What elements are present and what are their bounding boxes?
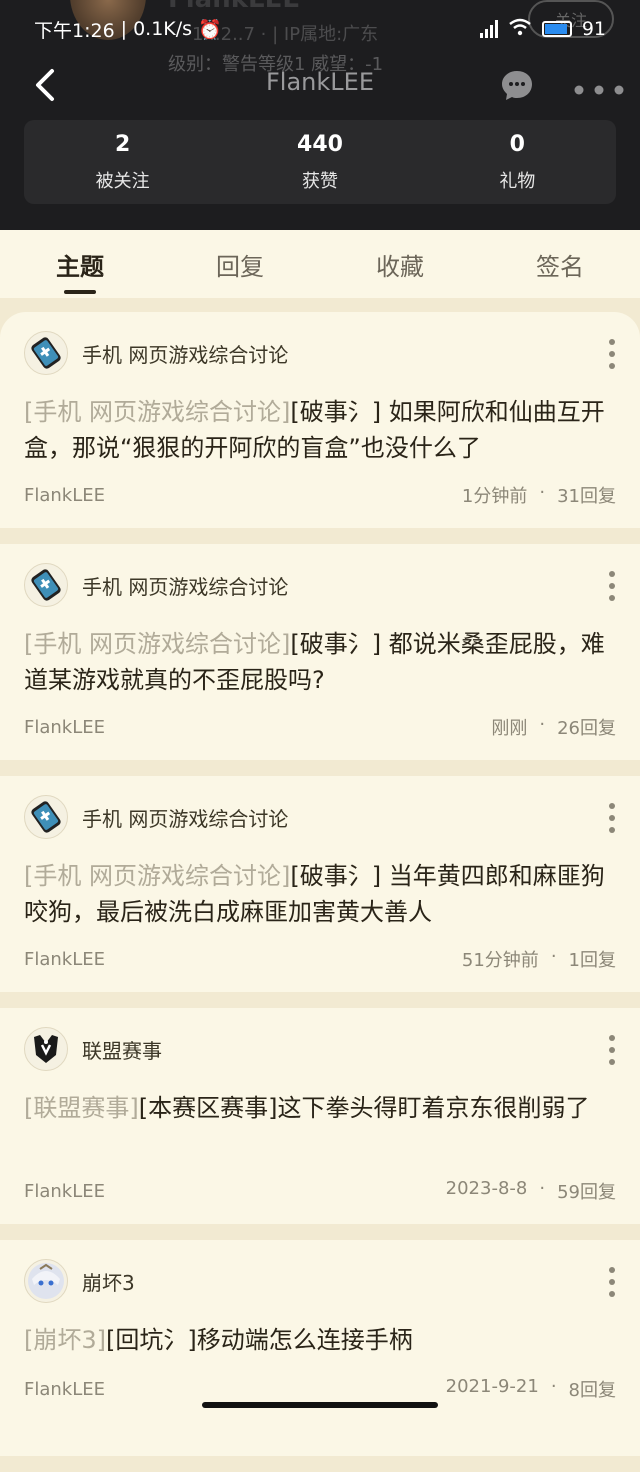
post-meta: FlankLEE 1分钟前 · 31回复 [24, 482, 616, 507]
post-title[interactable]: [手机 网页游戏综合讨论][破事氵] 当年黄四郎和麻匪狗咬狗，最后被洗白成麻匪加… [24, 858, 616, 930]
post-meta: FlankLEE 2021-9-21 · 8回复 [24, 1376, 616, 1401]
status-speed: 0.1K/s [133, 18, 193, 40]
status-bar: 下午1:26 | 0.1K/s ⏰ 91 [0, 12, 640, 46]
post-title-forum: [手机 网页游戏综合讨论] [24, 630, 291, 658]
post-title[interactable]: [手机 网页游戏综合讨论][破事氵] 如果阿欣和仙曲互开盒，那说“狠狠的开阿欣的… [24, 394, 616, 466]
post-time: 51分钟前 [461, 950, 539, 971]
post-author[interactable]: FlankLEE [24, 485, 105, 506]
home-indicator[interactable] [202, 1402, 438, 1408]
kebab-menu-icon[interactable] [608, 1034, 616, 1066]
post-author[interactable]: FlankLEE [24, 717, 105, 738]
forum-name: 手机 网页游戏综合讨论 [82, 574, 289, 599]
tab-signature[interactable]: 签名 [480, 230, 640, 298]
stat-value: 2 [115, 131, 131, 157]
tab-replies[interactable]: 回复 [160, 230, 320, 298]
kebab-menu-icon[interactable] [608, 1266, 616, 1298]
tab-favorites[interactable]: 收藏 [320, 230, 480, 298]
forum-name: 手机 网页游戏综合讨论 [82, 806, 289, 831]
list-item[interactable]: 手机 网页游戏综合讨论 [手机 网页游戏综合讨论][破事氵] 如果阿欣和仙曲互开… [0, 312, 640, 528]
gamepad-icon [24, 563, 68, 607]
stats-card: 2 被关注 440 获赞 0 礼物 [24, 120, 616, 204]
list-item[interactable]: 崩坏3 [崩坏3][回坑氵]移动端怎么连接手柄 FlankLEE 2021-9-… [0, 1240, 640, 1456]
post-forum[interactable]: 崩坏3 [24, 1258, 135, 1304]
forum-name: 崩坏3 [82, 1270, 135, 1295]
message-icon[interactable] [500, 68, 534, 102]
more-options-icon[interactable] [574, 80, 624, 95]
profile-tabs: 主题 回复 收藏 签名 [0, 230, 640, 298]
alarm-icon: ⏰ [198, 18, 222, 41]
post-time: 1分钟前 [461, 486, 528, 507]
stat-followers[interactable]: 2 被关注 [24, 120, 221, 204]
list-item[interactable]: 手机 网页游戏综合讨论 [手机 网页游戏综合讨论][破事氵] 都说米桑歪屁股，难… [0, 544, 640, 760]
post-author[interactable]: FlankLEE [24, 1379, 105, 1400]
stat-label: 被关注 [95, 170, 150, 192]
post-forum[interactable]: 手机 网页游戏综合讨论 [24, 562, 288, 608]
post-reply-count: 8回复 [568, 1380, 616, 1401]
wifi-icon [508, 18, 532, 41]
post-time: 刚刚 [491, 718, 528, 739]
tab-active-indicator [64, 290, 96, 294]
post-meta: FlankLEE 51分钟前 · 1回复 [24, 946, 616, 971]
post-forum[interactable]: 手机 网页游戏综合讨论 [24, 330, 288, 376]
post-title-text: [回坑氵]移动端怎么连接手柄 [106, 1326, 413, 1354]
stat-label: 获赞 [301, 170, 338, 192]
stat-value: 440 [297, 131, 343, 157]
post-title[interactable]: [联盟赛事][本赛区赛事]这下拳头得盯着京东很削弱了 [24, 1090, 616, 1126]
stat-label: 礼物 [499, 170, 536, 192]
tab-label: 回复 [216, 252, 264, 281]
tab-topics[interactable]: 主题 [0, 230, 160, 298]
top-nav: FlankLEE [0, 62, 640, 108]
battery-level: 91 [581, 18, 606, 40]
post-title-forum: [手机 网页游戏综合讨论] [24, 398, 291, 426]
signal-icon [479, 20, 498, 38]
post-reply-count: 31回复 [557, 486, 616, 507]
list-item[interactable]: 联盟赛事 [联盟赛事][本赛区赛事]这下拳头得盯着京东很削弱了 FlankLEE… [0, 1008, 640, 1224]
post-author[interactable]: FlankLEE [24, 949, 105, 970]
post-forum[interactable]: 联盟赛事 [24, 1026, 162, 1072]
post-title-forum: [联盟赛事] [24, 1094, 139, 1122]
tab-label: 主题 [56, 252, 104, 281]
stat-gifts[interactable]: 0 礼物 [419, 120, 616, 204]
post-title[interactable]: [崩坏3][回坑氵]移动端怎么连接手柄 [24, 1322, 616, 1358]
anime-avatar-icon [24, 1259, 68, 1303]
post-reply-count: 1回复 [568, 950, 616, 971]
post-time: 2023-8-8 [445, 1178, 528, 1199]
profile-header: FlankLEE 1...2..7 · | IP属地:广东 级别：警告等级1 威… [0, 0, 640, 230]
post-meta: FlankLEE 刚刚 · 26回复 [24, 714, 616, 739]
status-time: 下午1:26 [34, 19, 115, 42]
post-title-forum: [崩坏3] [24, 1326, 106, 1354]
post-forum[interactable]: 手机 网页游戏综合讨论 [24, 794, 288, 840]
nav-title: FlankLEE [266, 68, 374, 96]
list-item[interactable]: 手机 网页游戏综合讨论 [手机 网页游戏综合讨论][破事氵] 当年黄四郎和麻匪狗… [0, 776, 640, 992]
post-reply-count: 26回复 [557, 718, 616, 739]
post-reply-count: 59回复 [557, 1182, 616, 1203]
forum-name: 手机 网页游戏综合讨论 [82, 342, 289, 367]
post-author[interactable]: FlankLEE [24, 1181, 105, 1202]
tab-label: 收藏 [376, 252, 424, 281]
gamepad-icon [24, 331, 68, 375]
lol-emblem-icon [24, 1027, 68, 1071]
forum-name: 联盟赛事 [82, 1038, 162, 1063]
post-meta: FlankLEE 2023-8-8 · 59回复 [24, 1178, 616, 1203]
kebab-menu-icon[interactable] [608, 338, 616, 370]
kebab-menu-icon[interactable] [608, 570, 616, 602]
stat-likes[interactable]: 440 获赞 [221, 120, 418, 204]
stat-value: 0 [509, 131, 525, 157]
post-list: 手机 网页游戏综合讨论 [手机 网页游戏综合讨论][破事氵] 如果阿欣和仙曲互开… [0, 312, 640, 1472]
post-title[interactable]: [手机 网页游戏综合讨论][破事氵] 都说米桑歪屁股，难道某游戏就真的不歪屁股吗… [24, 626, 616, 698]
battery-icon [541, 21, 572, 37]
gamepad-icon [24, 795, 68, 839]
post-title-text: [本赛区赛事]这下拳头得盯着京东很削弱了 [138, 1094, 590, 1122]
post-time: 2021-9-21 [445, 1376, 539, 1397]
post-title-forum: [手机 网页游戏综合讨论] [24, 862, 291, 890]
kebab-menu-icon[interactable] [608, 802, 616, 834]
tab-label: 签名 [536, 252, 584, 281]
